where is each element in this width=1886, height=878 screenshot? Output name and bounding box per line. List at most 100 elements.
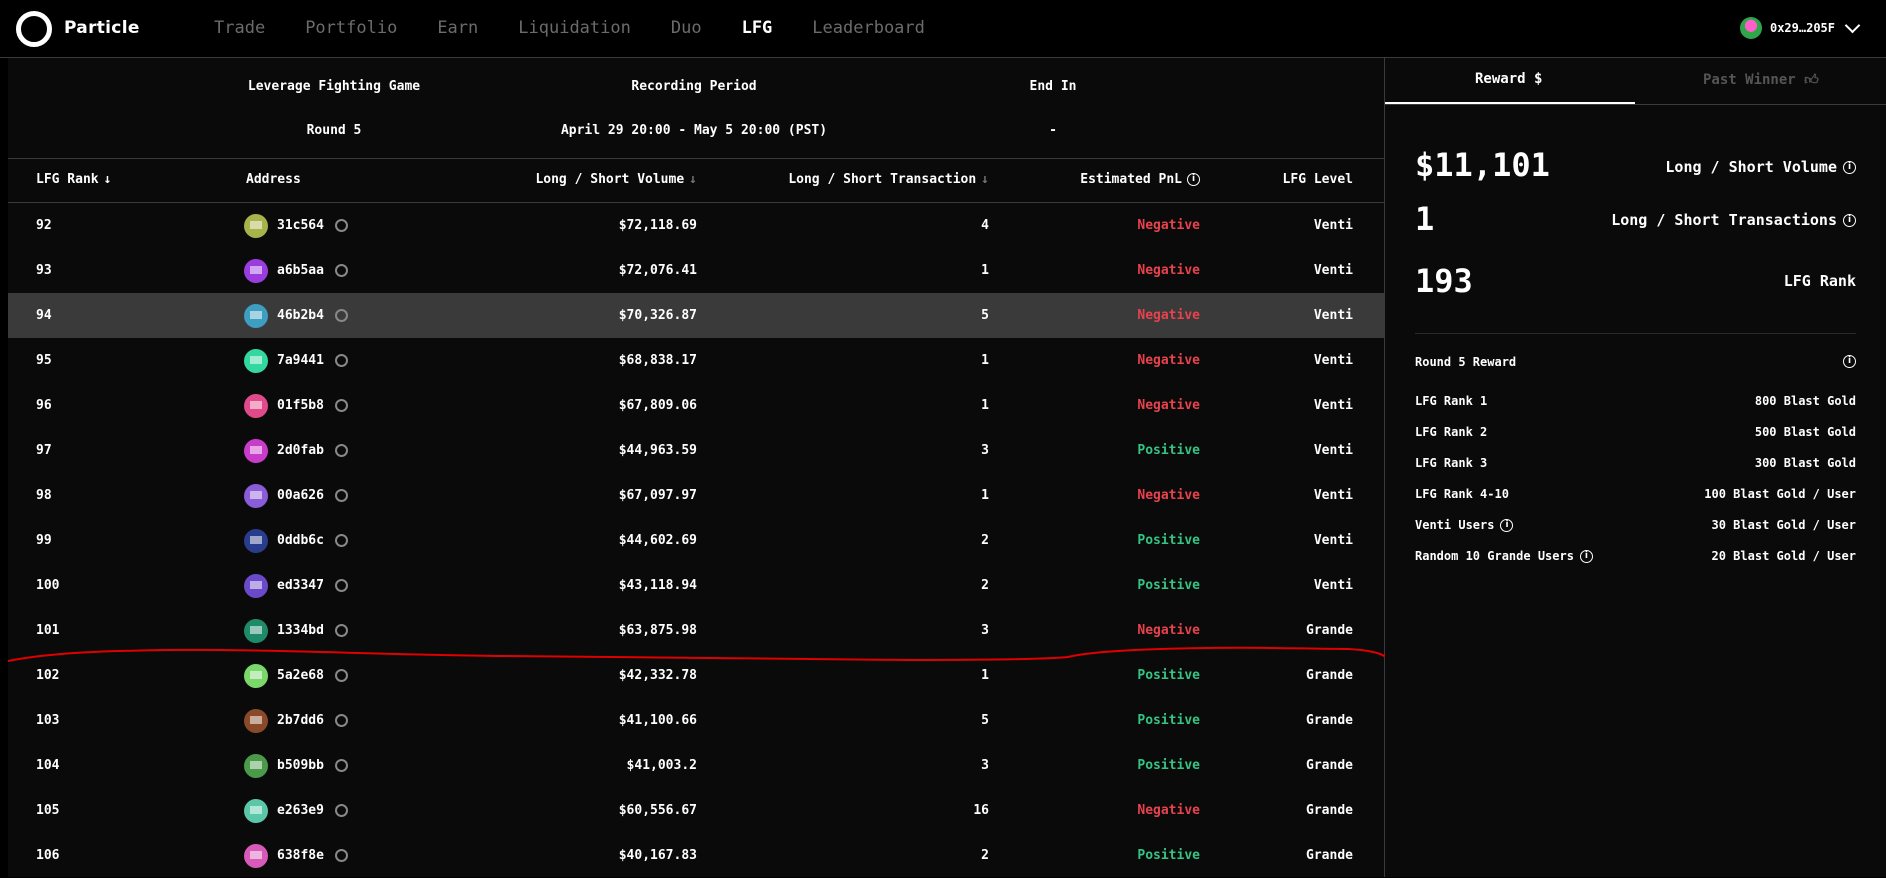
row-rank: 92 [36,218,52,233]
avatar [244,348,268,373]
table-row[interactable]: 99 0ddb6c $44,602.69 2 Positive Venti [8,518,1384,563]
row-level: Venti [1313,443,1353,458]
blast-icon[interactable] [334,534,348,547]
address-text: 2d0fab [277,443,324,458]
blast-icon[interactable] [334,759,348,772]
avatar [244,438,268,463]
chevron-down-icon [1844,17,1861,34]
nav-item-lfg[interactable]: LFG [742,18,773,38]
table-row[interactable]: 98 00a626 $67,097.97 1 Negative Venti [8,473,1384,518]
row-level: Venti [1313,218,1353,233]
reward-amount: 20 Blast Gold / User [1711,549,1857,563]
blast-icon[interactable] [334,579,348,592]
reward-amount: 30 Blast Gold / User [1711,518,1857,532]
tab-past-winner-label: Past Winner [1703,72,1796,88]
info-icon[interactable]: i [1843,355,1856,368]
volume-value: $11,101 [1415,146,1550,184]
info-icon[interactable]: i [1579,549,1593,563]
blast-icon[interactable] [334,804,348,817]
row-volume: $60,556.67 [618,803,697,818]
row-volume: $72,118.69 [618,218,697,233]
row-transactions: 2 [981,578,989,593]
nav-item-portfolio[interactable]: Portfolio [305,18,397,38]
nav-item-liquidation[interactable]: Liquidation [518,18,631,38]
blast-icon[interactable] [334,309,348,322]
table-row[interactable]: 100 ed3347 $43,118.94 2 Positive Venti [8,563,1384,608]
reward-tier-label: LFG Rank 2 [1415,425,1488,439]
table-row[interactable]: 95 7a9441 $68,838.17 1 Negative Venti [8,338,1384,383]
reward-panel: Reward $ Past Winner 👍︎ $11,101 Long / S… [1385,58,1886,877]
avatar [244,843,268,868]
blast-icon[interactable] [334,849,348,862]
row-volume: $41,100.66 [618,713,697,728]
address-text: 2b7dd6 [277,713,324,728]
info-icon[interactable]: i [1187,173,1200,186]
reward-amount: 800 Blast Gold [1754,394,1856,408]
blast-icon[interactable] [334,669,348,682]
reward-tier-label: Venti Users [1415,518,1495,532]
row-address: 0ddb6c [244,518,348,563]
reward-title: Round 5 Reward [1415,355,1517,369]
row-level: Grande [1306,668,1353,683]
table-row[interactable]: 103 2b7dd6 $41,100.66 5 Positive Grande [8,698,1384,743]
nav-item-earn[interactable]: Earn [437,18,478,38]
tab-reward[interactable]: Reward $ [1475,71,1542,87]
sort-down-icon[interactable]: ↓ [689,172,697,187]
wallet-button[interactable]: 0x29…205F [1739,17,1861,39]
row-address: 2b7dd6 [244,698,348,743]
blast-icon[interactable] [334,264,348,277]
table-row[interactable]: 92 31c564 $72,118.69 4 Negative Venti [8,203,1384,248]
table-row[interactable]: 94 46b2b4 $70,326.87 5 Negative Venti [8,293,1384,338]
address-text: 00a626 [277,488,324,503]
tab-past-winner[interactable]: Past Winner 👍︎ [1703,71,1819,88]
row-transactions: 1 [981,488,989,503]
row-transactions: 1 [981,668,989,683]
round-info: Leverage Fighting Game Round 5 Recording… [8,58,1384,159]
header-transactions[interactable]: Long / Short Transaction ↓ [788,172,989,187]
row-volume: $67,097.97 [618,488,697,503]
blast-icon[interactable] [334,354,348,367]
blast-icon[interactable] [334,714,348,727]
table-row[interactable]: 101 1334bd $63,875.98 3 Negative Grande [8,608,1384,653]
reward-tier-label: LFG Rank 4-10 [1415,487,1509,501]
info-icon[interactable]: i [1843,160,1856,174]
nav-item-leaderboard[interactable]: Leaderboard [812,18,925,38]
row-rank: 93 [36,263,52,278]
reward-tier: LFG Rank 3 [1415,456,1487,470]
blast-icon[interactable] [334,624,348,637]
row-level: Grande [1306,758,1353,773]
table-row[interactable]: 93 a6b5aa $72,076.41 1 Negative Venti [8,248,1384,293]
blast-icon[interactable] [334,399,348,412]
row-rank: 101 [36,623,60,638]
row-level: Venti [1313,353,1353,368]
row-volume: $42,332.78 [618,668,697,683]
header-rank[interactable]: LFG Rank ↓ [36,172,111,187]
info-icon[interactable]: i [1500,518,1514,532]
table-row[interactable]: 97 2d0fab $44,963.59 3 Positive Venti [8,428,1384,473]
avatar [244,708,268,733]
avatar [244,798,268,823]
sort-down-icon[interactable]: ↓ [104,172,112,187]
row-pnl: Positive [1137,668,1200,683]
table-row[interactable]: 105 e263e9 $60,556.67 16 Negative Grande [8,788,1384,833]
header-volume[interactable]: Long / Short Volume ↓ [535,172,697,187]
reward-tier: Random 10 Grande Users i [1415,549,1593,563]
blast-icon[interactable] [334,219,348,232]
brand-name[interactable]: Particle [64,18,140,38]
blast-icon[interactable] [334,444,348,457]
nav-item-trade[interactable]: Trade [214,18,265,38]
row-transactions: 1 [981,263,989,278]
reward-tier: Venti Users i [1415,518,1514,532]
table-row[interactable]: 106 638f8e $40,167.83 2 Positive Grande [8,833,1384,878]
particle-logo-icon[interactable] [16,11,52,47]
table-row[interactable]: 96 01f5b8 $67,809.06 1 Negative Venti [8,383,1384,428]
nav-item-duo[interactable]: Duo [671,18,702,38]
blast-icon[interactable] [334,489,348,502]
sort-down-icon[interactable]: ↓ [981,172,989,187]
avatar [244,663,268,688]
table-row[interactable]: 104 b509bb $41,003.2 3 Positive Grande [8,743,1384,788]
avatar [244,528,268,553]
table-row[interactable]: 102 5a2e68 $42,332.78 1 Positive Grande [8,653,1384,698]
info-icon[interactable]: i [1843,213,1856,227]
row-transactions: 3 [981,623,989,638]
